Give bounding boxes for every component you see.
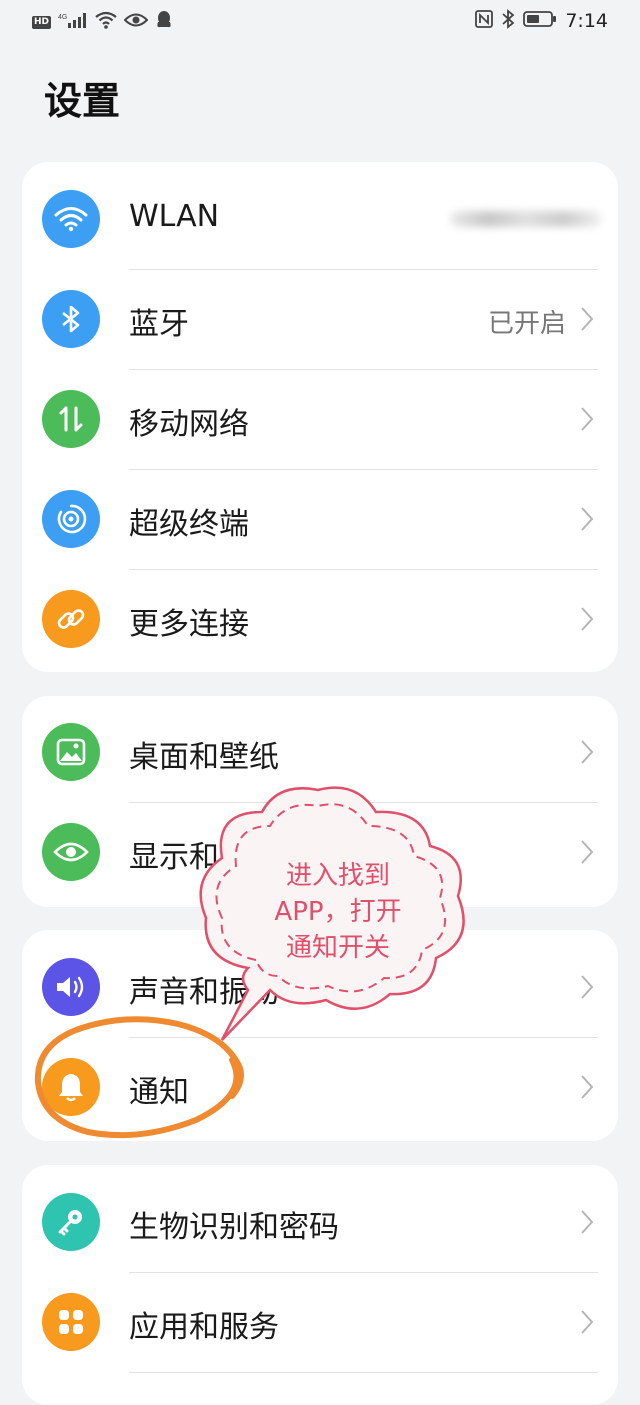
settings-item-biometrics[interactable]: 生物识别和密码 <box>22 1172 618 1272</box>
apps-icon <box>42 1293 100 1351</box>
chevron-right-icon <box>581 607 594 631</box>
display-group: 桌面和壁纸 显示和亮度 <box>22 696 618 907</box>
settings-item-label: 生物识别和密码 <box>129 1210 339 1245</box>
qq-status-icon <box>155 10 173 34</box>
chevron-right-icon <box>581 975 594 999</box>
settings-item-notifications[interactable]: 通知 <box>22 1037 618 1137</box>
eye-status-icon <box>123 12 149 32</box>
settings-item-display-brightness[interactable]: 显示和亮度 <box>22 802 618 902</box>
nfc-icon <box>475 10 494 32</box>
security-apps-group: 生物识别和密码 应用和服务 <box>22 1165 618 1405</box>
speaker-icon <box>42 958 100 1016</box>
chevron-right-icon <box>581 307 594 331</box>
settings-item-label: 移动网络 <box>129 407 249 442</box>
chevron-right-icon <box>581 1310 594 1334</box>
battery-icon <box>523 10 557 32</box>
divider <box>129 1037 598 1038</box>
settings-item-apps-services[interactable]: 应用和服务 <box>22 1272 618 1372</box>
settings-item-label: 桌面和壁纸 <box>129 740 279 775</box>
bluetooth-status: 已开启 <box>487 309 566 339</box>
divider <box>129 369 598 370</box>
settings-item-label: 声音和振动 <box>129 975 279 1010</box>
chevron-right-icon <box>581 740 594 764</box>
wlan-network-name-redacted <box>450 211 602 227</box>
settings-item-label: 应用和服务 <box>129 1310 279 1345</box>
eye-icon <box>42 823 100 881</box>
bell-icon <box>42 1058 100 1116</box>
divider <box>129 269 598 270</box>
settings-item-sound-vibration[interactable]: 声音和振动 <box>22 937 618 1037</box>
status-bar: HD 4G 7:14 <box>0 0 640 44</box>
clock: 7:14 <box>565 10 608 32</box>
super-device-icon <box>42 490 100 548</box>
divider <box>129 469 598 470</box>
hd-badge: HD <box>32 15 52 29</box>
settings-item-label: 超级终端 <box>129 507 249 542</box>
chevron-right-icon <box>581 507 594 531</box>
settings-item-label: 通知 <box>129 1075 189 1110</box>
bluetooth-status-icon <box>501 9 515 33</box>
chevron-right-icon <box>581 840 594 864</box>
wifi-status-icon <box>95 11 117 33</box>
bluetooth-icon <box>42 290 100 348</box>
settings-item-wlan[interactable]: WLAN <box>22 169 618 269</box>
connectivity-group: WLAN 蓝牙 已开启 移动网络 超级终端 更多连接 <box>22 162 618 672</box>
chevron-right-icon <box>581 1075 594 1099</box>
network-type: 4G <box>58 14 67 21</box>
chevron-right-icon <box>581 1210 594 1234</box>
settings-item-label: 显示和亮度 <box>129 840 279 875</box>
divider <box>129 1372 598 1373</box>
wifi-icon <box>42 190 100 248</box>
settings-item-label: 蓝牙 <box>129 307 189 342</box>
settings-item-label: 更多连接 <box>129 607 249 642</box>
key-icon <box>42 1193 100 1251</box>
wallpaper-icon <box>42 723 100 781</box>
signal-icon: 4G <box>58 12 88 32</box>
settings-item-super-device[interactable]: 超级终端 <box>22 469 618 569</box>
divider <box>129 802 598 803</box>
sound-notification-group: 声音和振动 通知 <box>22 930 618 1141</box>
link-icon <box>42 590 100 648</box>
page-title: 设置 <box>44 79 121 123</box>
divider <box>129 1272 598 1273</box>
settings-item-mobile-network[interactable]: 移动网络 <box>22 369 618 469</box>
settings-item-wallpaper[interactable]: 桌面和壁纸 <box>22 702 618 802</box>
settings-item-label: WLAN <box>129 199 220 234</box>
mobile-data-icon <box>42 390 100 448</box>
settings-item-bluetooth[interactable]: 蓝牙 已开启 <box>22 269 618 369</box>
divider <box>129 569 598 570</box>
chevron-right-icon <box>581 407 594 431</box>
settings-item-more-connections[interactable]: 更多连接 <box>22 569 618 669</box>
